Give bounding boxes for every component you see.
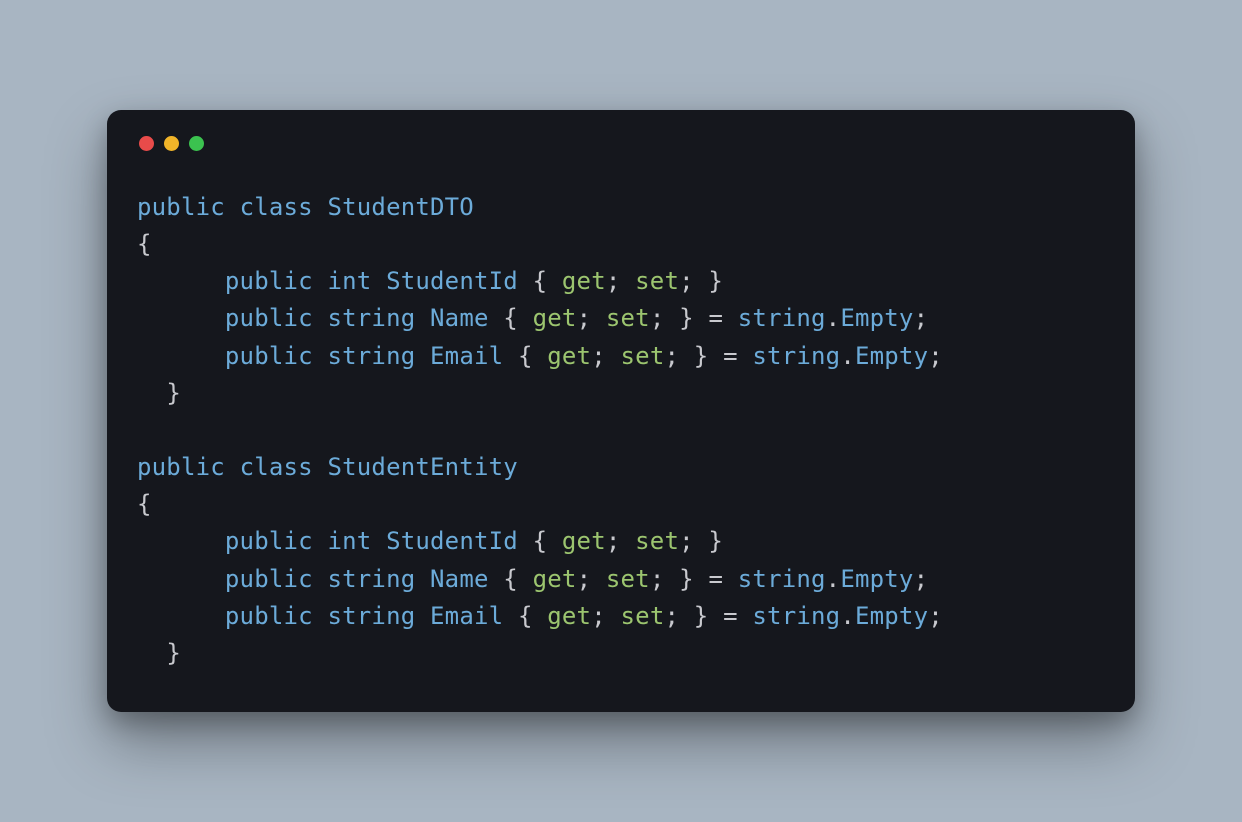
keyword-class: class <box>240 453 313 481</box>
semicolon: ; <box>664 342 679 370</box>
class-name: StudentDTO <box>327 193 474 221</box>
property-name: StudentId <box>386 267 518 295</box>
code-block: public class StudentDTO { public int Stu… <box>137 189 1105 672</box>
semicolon: ; <box>577 304 592 332</box>
accessor-set: set <box>635 527 679 555</box>
accessor-set: set <box>621 342 665 370</box>
accessor-get: get <box>562 267 606 295</box>
maximize-icon[interactable] <box>189 136 204 151</box>
brace-open: { <box>533 527 548 555</box>
semicolon: ; <box>679 267 694 295</box>
type-string: string <box>327 602 415 630</box>
keyword-public: public <box>225 342 313 370</box>
dot: . <box>840 602 855 630</box>
brace-close: } <box>679 304 694 332</box>
keyword-class: class <box>240 193 313 221</box>
class-name: StudentEntity <box>327 453 517 481</box>
semicolon: ; <box>650 304 665 332</box>
semicolon: ; <box>928 602 943 630</box>
accessor-get: get <box>562 527 606 555</box>
keyword-public: public <box>225 267 313 295</box>
brace-close: } <box>694 342 709 370</box>
type-string: string <box>738 304 826 332</box>
semicolon: ; <box>914 304 929 332</box>
semicolon: ; <box>650 565 665 593</box>
brace-close: } <box>166 639 181 667</box>
type-int: int <box>327 267 371 295</box>
keyword-public: public <box>137 453 225 481</box>
property-name: Name <box>430 304 489 332</box>
semicolon: ; <box>928 342 943 370</box>
keyword-public: public <box>225 565 313 593</box>
type-string: string <box>752 342 840 370</box>
window-traffic-lights <box>137 136 1105 151</box>
minimize-icon[interactable] <box>164 136 179 151</box>
keyword-public: public <box>225 602 313 630</box>
dot: . <box>826 304 841 332</box>
property-name: Name <box>430 565 489 593</box>
dot: . <box>826 565 841 593</box>
brace-close: } <box>679 565 694 593</box>
semicolon: ; <box>591 342 606 370</box>
accessor-get: get <box>547 602 591 630</box>
brace-close: } <box>166 379 181 407</box>
equals: = <box>723 602 738 630</box>
member-empty: Empty <box>840 565 913 593</box>
accessor-get: get <box>547 342 591 370</box>
equals: = <box>708 565 723 593</box>
brace-open: { <box>503 565 518 593</box>
type-string: string <box>752 602 840 630</box>
code-window: public class StudentDTO { public int Stu… <box>107 110 1135 712</box>
brace-open: { <box>533 267 548 295</box>
type-int: int <box>327 527 371 555</box>
brace-close: } <box>708 527 723 555</box>
accessor-get: get <box>533 565 577 593</box>
semicolon: ; <box>606 527 621 555</box>
type-string: string <box>327 342 415 370</box>
member-empty: Empty <box>840 304 913 332</box>
type-string: string <box>327 304 415 332</box>
member-empty: Empty <box>855 602 928 630</box>
brace-open: { <box>503 304 518 332</box>
type-string: string <box>738 565 826 593</box>
keyword-public: public <box>225 304 313 332</box>
member-empty: Empty <box>855 342 928 370</box>
brace-close: } <box>694 602 709 630</box>
accessor-set: set <box>635 267 679 295</box>
semicolon: ; <box>914 565 929 593</box>
semicolon: ; <box>679 527 694 555</box>
close-icon[interactable] <box>139 136 154 151</box>
brace-close: } <box>708 267 723 295</box>
accessor-set: set <box>606 304 650 332</box>
keyword-public: public <box>137 193 225 221</box>
property-name: StudentId <box>386 527 518 555</box>
equals: = <box>708 304 723 332</box>
brace-open: { <box>137 230 152 258</box>
semicolon: ; <box>591 602 606 630</box>
accessor-set: set <box>606 565 650 593</box>
equals: = <box>723 342 738 370</box>
brace-open: { <box>137 490 152 518</box>
type-string: string <box>327 565 415 593</box>
accessor-set: set <box>621 602 665 630</box>
brace-open: { <box>518 602 533 630</box>
property-name: Email <box>430 602 503 630</box>
semicolon: ; <box>606 267 621 295</box>
dot: . <box>840 342 855 370</box>
accessor-get: get <box>533 304 577 332</box>
property-name: Email <box>430 342 503 370</box>
keyword-public: public <box>225 527 313 555</box>
semicolon: ; <box>577 565 592 593</box>
brace-open: { <box>518 342 533 370</box>
semicolon: ; <box>664 602 679 630</box>
